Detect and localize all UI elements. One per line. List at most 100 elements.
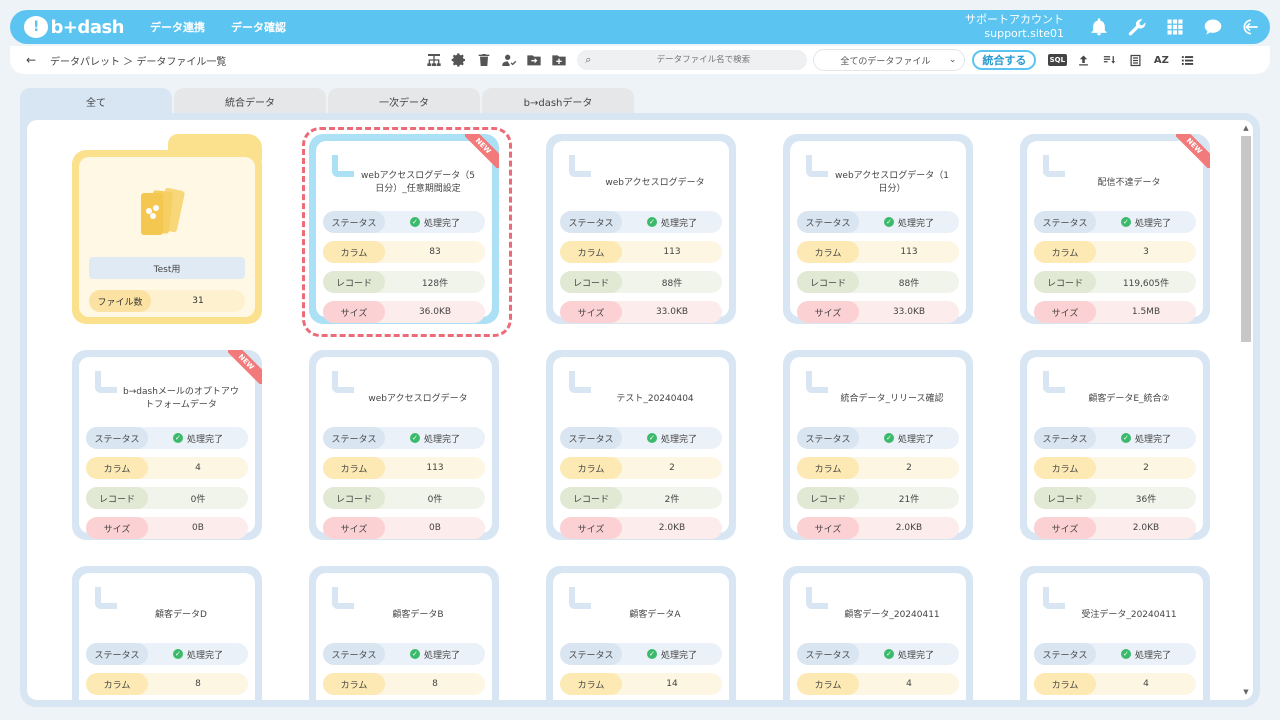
card-status-label: ステータス <box>1034 211 1096 233</box>
card-column-text: 4 <box>195 463 201 473</box>
tab-all[interactable]: 全て <box>20 88 172 114</box>
card-column-value: 113 <box>622 247 722 257</box>
card-size-text: 36.0KB <box>418 307 452 317</box>
data-file-card[interactable]: webアクセスログデータ ステータス ✓ 処理完了 カラム 113 レコード 0件 サイズ 0B <box>309 350 499 540</box>
card-column-value: 4 <box>1096 679 1196 689</box>
scroll-thumb[interactable] <box>1241 136 1251 342</box>
card-column-row: カラム 2 <box>1034 457 1196 479</box>
logout-icon[interactable] <box>1232 10 1270 44</box>
card-column-row: カラム 3 <box>1034 241 1196 263</box>
check-circle-icon: ✓ <box>409 217 420 227</box>
list-view-icon[interactable] <box>1174 49 1200 71</box>
data-file-card[interactable]: 顧客データAステータス✓処理完了カラム14レコードサイズ <box>546 566 736 700</box>
check-circle-icon: ✓ <box>409 649 420 659</box>
data-file-card[interactable]: テスト_20240404 ステータス ✓ 処理完了 カラム 2 レコード 2件 サイズ 2.0KB <box>546 350 736 540</box>
card-size-row: サイズ 36.0KB <box>323 301 485 323</box>
support-chat-icon[interactable] <box>1194 10 1232 44</box>
settings-gear-icon[interactable] <box>446 49 471 71</box>
card-body: 受注データ_20240411ステータス✓処理完了カラム4レコードサイズ <box>1020 566 1210 700</box>
user-check-icon[interactable] <box>496 49 521 71</box>
data-file-card[interactable]: webアクセスログデータ（1日分） ステータス ✓ 処理完了 カラム 113 レコード 88件… <box>783 134 973 324</box>
card-face: 統合データ_リリース確認 ステータス ✓ 処理完了 カラム 2 レコード 21件 サイズ 2.0K… <box>790 357 966 539</box>
card-status-text: 処理完了 <box>660 650 697 661</box>
card-size-label: サイズ <box>560 301 622 323</box>
data-file-card[interactable]: 統合データ_リリース確認 ステータス ✓ 処理完了 カラム 2 レコード 21件 サイズ 2.0K… <box>783 350 973 540</box>
folder-file-count: ファイル数 31 <box>89 290 245 312</box>
card-record-text: 2件 <box>664 494 680 505</box>
card-record-label: レコード <box>1034 487 1096 509</box>
sql-icon[interactable]: SQL <box>1044 49 1070 71</box>
nav-data-integration[interactable]: データ連携 <box>150 19 205 35</box>
scroll-down-icon[interactable]: ▼ <box>1241 688 1251 698</box>
card-status-value: ✓ 処理完了 <box>622 648 722 661</box>
nav-data-check[interactable]: データ確認 <box>231 19 286 35</box>
account-info[interactable]: サポートアカウント support.site01 <box>965 13 1064 41</box>
tab-integrated-data[interactable]: 統合データ <box>174 88 326 114</box>
card-size-text: 33.0KB <box>655 307 689 317</box>
document-fold-icon <box>332 155 354 177</box>
data-file-card[interactable]: 顧客データ_20240411ステータス✓処理完了カラム4レコードサイズ <box>783 566 973 700</box>
sql-badge: SQL <box>1047 54 1068 66</box>
folder-files-icon <box>141 187 185 235</box>
folder-card[interactable]: Test用 ファイル数 31 <box>72 134 262 324</box>
data-file-card[interactable]: 顧客データDステータス✓処理完了カラム8レコードサイズ <box>72 566 262 700</box>
card-record-text: 88件 <box>661 278 683 289</box>
bell-icon[interactable] <box>1080 10 1118 44</box>
sort-az-icon[interactable]: AZ <box>1148 49 1174 71</box>
logo[interactable]: ! b+dash <box>24 16 124 38</box>
card-size-row: サイズ 33.0KB <box>560 301 722 323</box>
data-file-card[interactable]: 顧客データE_統合② ステータス ✓ 処理完了 カラム 2 レコード 36件 サイズ 2.0KB <box>1020 350 1210 540</box>
card-column-text: 113 <box>900 247 918 257</box>
card-body: webアクセスログデータ（1日分） ステータス ✓ 処理完了 カラム 113 レコード 88件… <box>783 134 973 324</box>
card-status-text: 処理完了 <box>186 434 223 445</box>
merge-button[interactable]: 統合する <box>972 50 1037 70</box>
new-badge: NEW <box>228 350 262 384</box>
filter-list-icon[interactable] <box>1096 49 1122 71</box>
upload-icon[interactable] <box>1070 49 1096 71</box>
vertical-scrollbar[interactable]: ▲ ▼ <box>1241 124 1251 698</box>
card-column-value: 8 <box>148 679 248 689</box>
card-status-row: ステータス ✓ 処理完了 <box>797 211 959 233</box>
card-status-text: 処理完了 <box>897 218 934 229</box>
data-file-card[interactable]: 受注データ_20240411ステータス✓処理完了カラム4レコードサイズ <box>1020 566 1210 700</box>
tab-bdash-data[interactable]: b→dashデータ <box>482 88 634 114</box>
scroll-track[interactable] <box>1241 134 1251 688</box>
file-type-select[interactable]: 全てのデータファイル ⌄ <box>814 50 965 70</box>
card-status-value: ✓ 処理完了 <box>859 432 959 445</box>
search-icon: ⌕ <box>585 53 592 66</box>
document-fold-icon <box>569 155 591 177</box>
card-status-label: ステータス <box>1034 427 1096 449</box>
document-fold-icon <box>95 371 117 393</box>
data-file-card[interactable]: b→dashメールのオプトアウトフォームデータ ステータス ✓ 処理完了 カラム 4 レコー… <box>72 350 262 540</box>
card-record-label: レコード <box>560 271 622 293</box>
card-status-label: ステータス <box>560 427 622 449</box>
card-size-value: 2.0KB <box>622 523 722 533</box>
card-column-label: カラム <box>560 457 622 479</box>
folder-add-icon[interactable] <box>546 49 571 71</box>
card-record-label: レコード <box>1034 271 1096 293</box>
list-detail-icon[interactable] <box>1122 49 1148 71</box>
folder-move-icon[interactable] <box>521 49 546 71</box>
card-body: 顧客データDステータス✓処理完了カラム8レコードサイズ <box>72 566 262 700</box>
search-box[interactable]: ⌕ <box>577 50 808 70</box>
card-body: webアクセスログデータ ステータス ✓ 処理完了 カラム 113 レコード 88件 サイズ 33… <box>546 134 736 324</box>
data-file-card[interactable]: 配信不達データ ステータス ✓ 処理完了 カラム 3 レコード 119,605件 サイズ 1.5M… <box>1020 134 1210 324</box>
card-size-label: サイズ <box>560 517 622 539</box>
card-column-label: カラム <box>1034 457 1096 479</box>
data-file-card[interactable]: webアクセスログデータ（5日分）_任意期間設定 ステータス ✓ 処理完了 カラム 83 レ… <box>302 127 512 337</box>
data-file-card[interactable]: webアクセスログデータ ステータス ✓ 処理完了 カラム 113 レコード 88件 サイズ 33… <box>546 134 736 324</box>
grid-menu-icon[interactable] <box>1156 10 1194 44</box>
data-file-card[interactable]: 顧客データBステータス✓処理完了カラム8レコードサイズ <box>309 566 499 700</box>
wrench-icon[interactable] <box>1118 10 1156 44</box>
card-status-label: ステータス <box>560 643 622 665</box>
back-arrow-icon[interactable]: ← <box>26 53 50 67</box>
card-column-row: カラム 8 <box>323 673 485 695</box>
hierarchy-icon[interactable] <box>421 49 446 71</box>
card-face: 顧客データE_統合② ステータス ✓ 処理完了 カラム 2 レコード 36件 サイズ 2.0KB <box>1027 357 1203 539</box>
tab-primary-data[interactable]: 一次データ <box>328 88 480 114</box>
search-input[interactable] <box>599 55 808 65</box>
card-body: 顧客データE_統合② ステータス ✓ 処理完了 カラム 2 レコード 36件 サイズ 2.0KB <box>1020 350 1210 540</box>
card-record-value: 88件 <box>859 276 959 289</box>
scroll-up-icon[interactable]: ▲ <box>1241 124 1251 134</box>
trash-icon[interactable] <box>471 49 496 71</box>
